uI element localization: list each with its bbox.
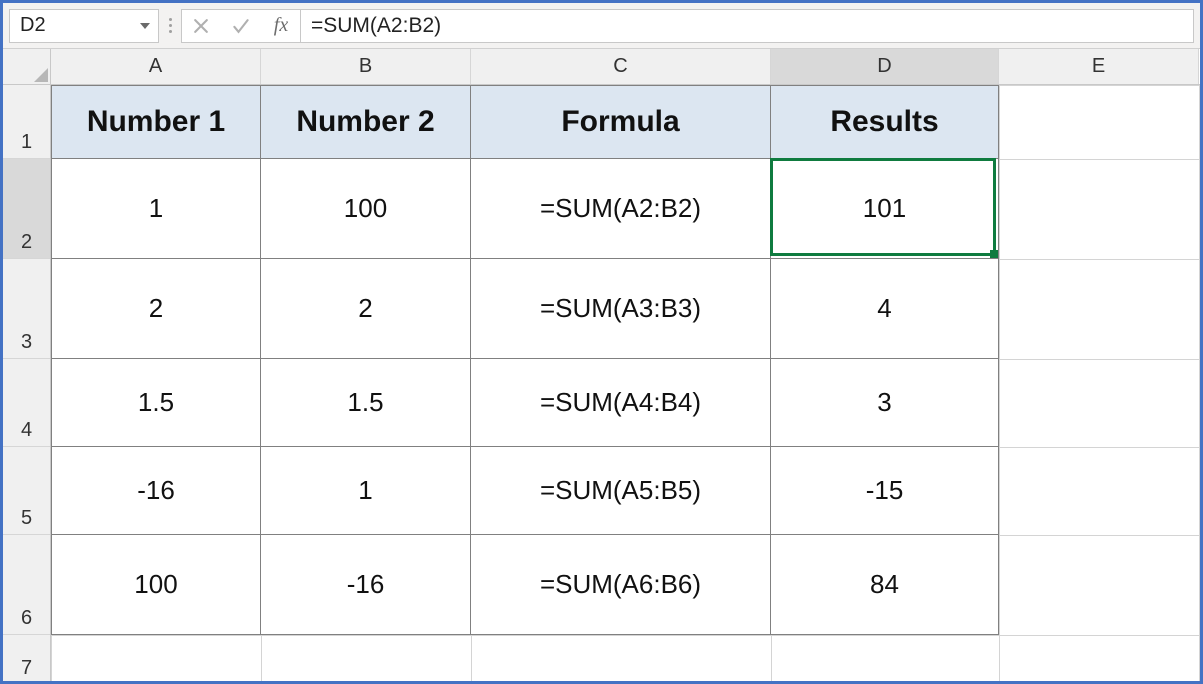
- row-header-label: 3: [21, 331, 32, 354]
- column-header-label: C: [613, 55, 627, 78]
- row-header-7[interactable]: 7: [3, 635, 50, 681]
- cell-B6[interactable]: -16: [261, 535, 471, 635]
- cell-value: Number 2: [296, 105, 434, 139]
- column-header-label: A: [149, 55, 162, 78]
- chevron-down-icon[interactable]: [140, 23, 150, 29]
- cells-area: Number 1 Number 2 Formula Results 1 100 =SUM(A…: [51, 85, 1200, 681]
- cell-value: 1.5: [138, 387, 174, 418]
- column-header-A[interactable]: A: [51, 49, 261, 84]
- cell-C4[interactable]: =SUM(A4:B4): [471, 359, 771, 447]
- cell-value: =SUM(A4:B4): [540, 387, 701, 418]
- select-all-corner[interactable]: [3, 49, 51, 85]
- cell-A6[interactable]: 100: [51, 535, 261, 635]
- row-header-5[interactable]: 5: [3, 447, 50, 535]
- name-box-value: D2: [20, 14, 46, 37]
- cell-A3[interactable]: 2: [51, 259, 261, 359]
- cell-A1[interactable]: Number 1: [51, 85, 261, 159]
- formula-bar-buttons: fx: [181, 9, 301, 43]
- enter-icon[interactable]: [230, 15, 252, 37]
- row-header-6[interactable]: 6: [3, 535, 50, 635]
- cell-D2[interactable]: 101: [771, 159, 999, 259]
- cell-B3[interactable]: 2: [261, 259, 471, 359]
- cell-value: 1: [149, 193, 163, 224]
- row-header-label: 7: [21, 657, 32, 680]
- row-header-label: 4: [21, 419, 32, 442]
- cell-C3[interactable]: =SUM(A3:B3): [471, 259, 771, 359]
- row-header-1[interactable]: 1: [3, 85, 50, 159]
- row-headers: 1 2 3 4 5 6 7: [3, 85, 51, 681]
- cell-D5[interactable]: -15: [771, 447, 999, 535]
- formula-bar: D2 fx =SUM(A2:B2): [3, 3, 1200, 49]
- row-header-label: 6: [21, 607, 32, 630]
- cell-value: Results: [830, 105, 938, 139]
- row-header-4[interactable]: 4: [3, 359, 50, 447]
- cell-value: 100: [134, 569, 177, 600]
- row-header-label: 5: [21, 507, 32, 530]
- insert-function-icon[interactable]: fx: [270, 15, 292, 37]
- cell-value: -15: [866, 475, 904, 506]
- cell-B4[interactable]: 1.5: [261, 359, 471, 447]
- cell-A5[interactable]: -16: [51, 447, 261, 535]
- formula-bar-grip[interactable]: [159, 9, 181, 43]
- cell-B5[interactable]: 1: [261, 447, 471, 535]
- cancel-icon[interactable]: [190, 15, 212, 37]
- cell-B2[interactable]: 100: [261, 159, 471, 259]
- cell-value: -16: [137, 475, 175, 506]
- cell-B1[interactable]: Number 2: [261, 85, 471, 159]
- cell-A2[interactable]: 1: [51, 159, 261, 259]
- formula-input-value: =SUM(A2:B2): [311, 14, 441, 38]
- worksheet[interactable]: A B C D E 1 2 3 4 5 6 7 Number 1 Number 2 Formula Res…: [3, 49, 1200, 681]
- column-headers: A B C D E: [51, 49, 1200, 85]
- row-header-label: 2: [21, 231, 32, 254]
- name-box[interactable]: D2: [9, 9, 159, 43]
- cell-D1[interactable]: Results: [771, 85, 999, 159]
- cell-value: =SUM(A5:B5): [540, 475, 701, 506]
- cell-value: 84: [870, 569, 899, 600]
- cell-D4[interactable]: 3: [771, 359, 999, 447]
- cell-A4[interactable]: 1.5: [51, 359, 261, 447]
- column-header-label: E: [1092, 55, 1105, 78]
- app-window: D2 fx =SUM(A2:B2) A B C D E 1 2 3 4 5 6 7 Number 1…: [0, 0, 1203, 684]
- cell-D3[interactable]: 4: [771, 259, 999, 359]
- column-header-label: B: [359, 55, 372, 78]
- column-header-C[interactable]: C: [471, 49, 771, 84]
- row-header-label: 1: [21, 131, 32, 154]
- column-header-label: D: [877, 55, 891, 78]
- cell-C2[interactable]: =SUM(A2:B2): [471, 159, 771, 259]
- cell-value: 101: [863, 193, 906, 224]
- cell-value: =SUM(A6:B6): [540, 569, 701, 600]
- cell-value: 2: [149, 293, 163, 324]
- row-header-3[interactable]: 3: [3, 259, 50, 359]
- column-header-B[interactable]: B: [261, 49, 471, 84]
- cell-value: =SUM(A2:B2): [540, 193, 701, 224]
- cell-C5[interactable]: =SUM(A5:B5): [471, 447, 771, 535]
- cell-value: 1: [358, 475, 372, 506]
- cell-value: Formula: [561, 105, 679, 139]
- cell-value: 3: [877, 387, 891, 418]
- row-header-2[interactable]: 2: [3, 159, 50, 259]
- cell-D6[interactable]: 84: [771, 535, 999, 635]
- cell-value: 100: [344, 193, 387, 224]
- cell-value: 1.5: [347, 387, 383, 418]
- column-header-D[interactable]: D: [771, 49, 999, 84]
- cell-C6[interactable]: =SUM(A6:B6): [471, 535, 771, 635]
- cell-value: =SUM(A3:B3): [540, 293, 701, 324]
- column-header-E[interactable]: E: [999, 49, 1199, 84]
- cell-value: 2: [358, 293, 372, 324]
- formula-input[interactable]: =SUM(A2:B2): [301, 9, 1194, 43]
- cell-value: 4: [877, 293, 891, 324]
- cell-value: Number 1: [87, 105, 225, 139]
- cell-C1[interactable]: Formula: [471, 85, 771, 159]
- cell-value: -16: [347, 569, 385, 600]
